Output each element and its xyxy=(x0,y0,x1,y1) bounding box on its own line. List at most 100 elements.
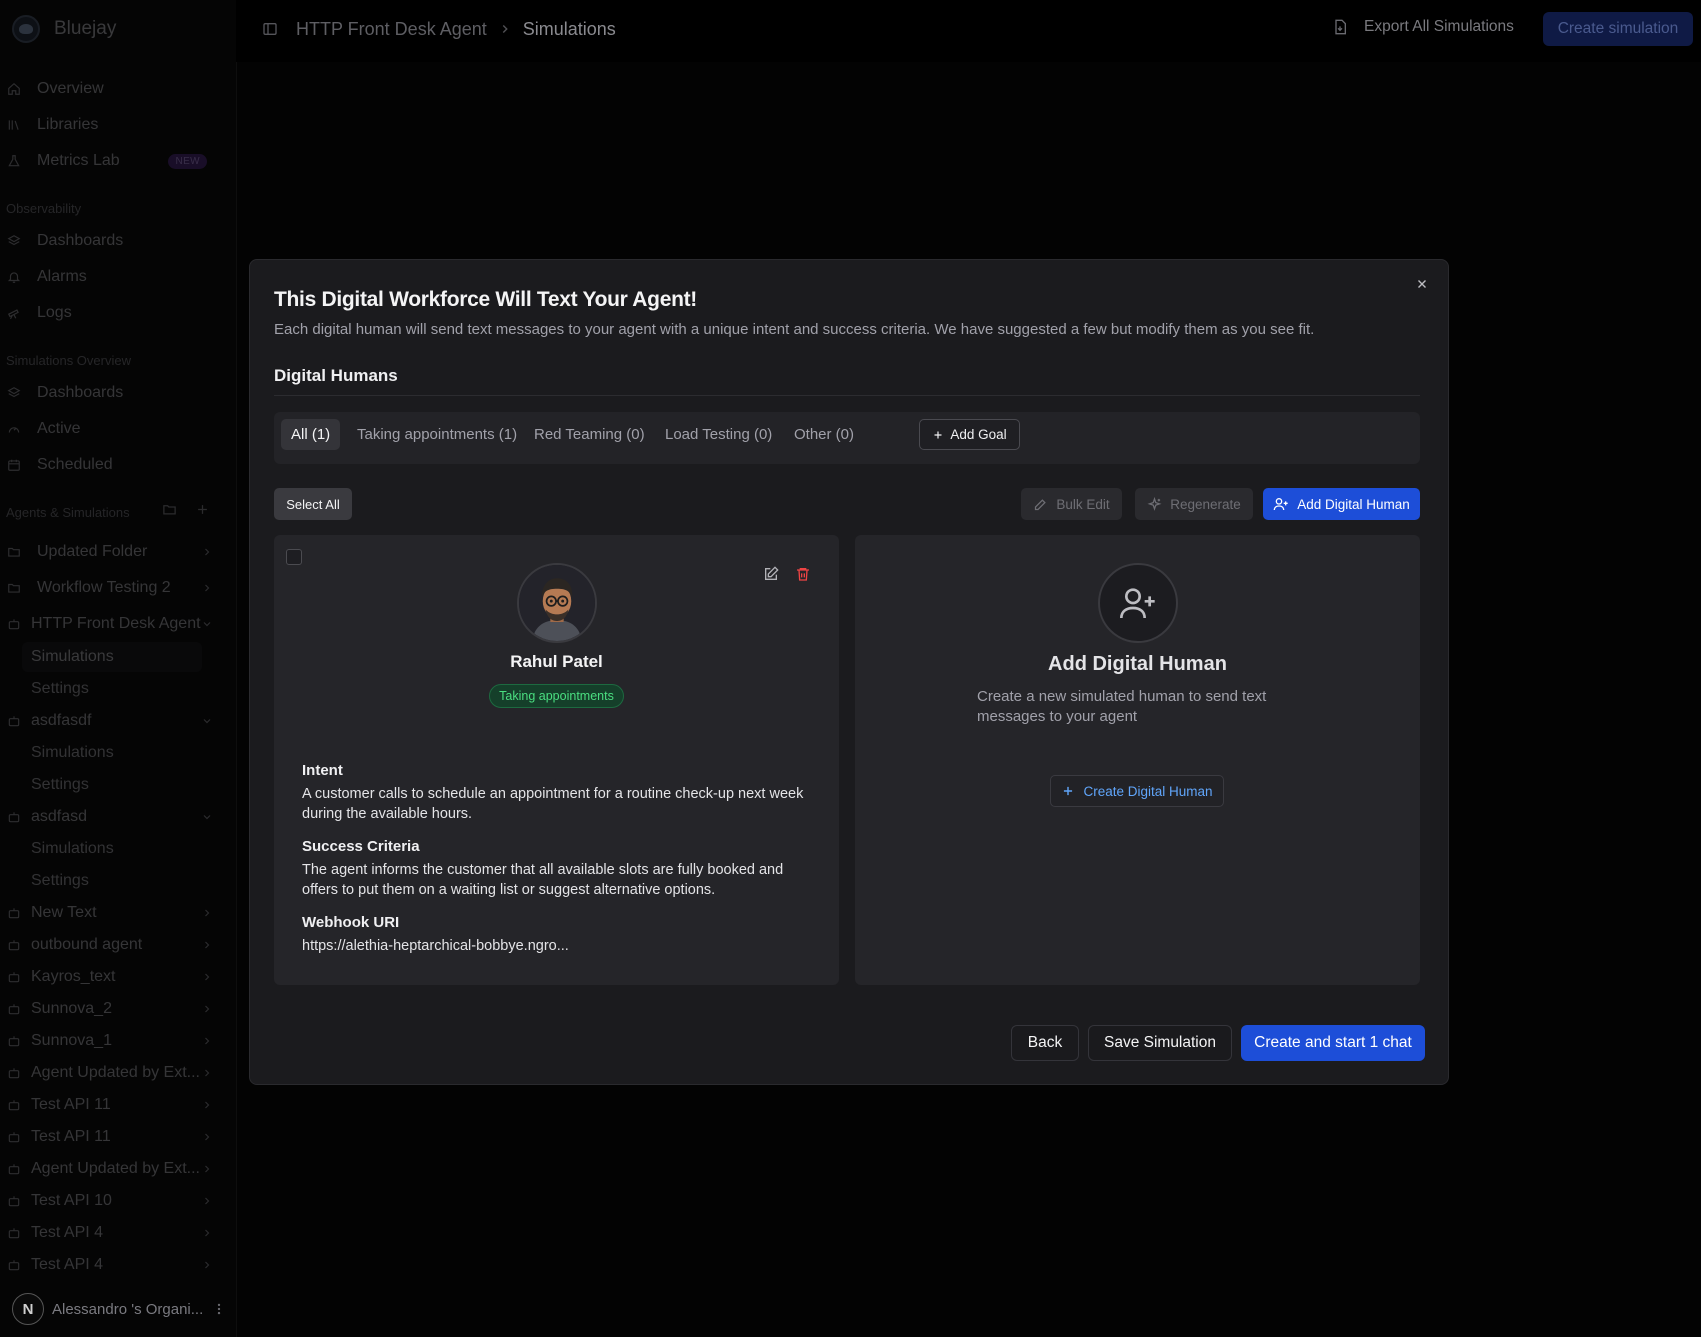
add-goal-button[interactable]: Add Goal xyxy=(919,419,1020,450)
export-label: Export All Simulations xyxy=(1364,18,1514,35)
add-agent-icon[interactable] xyxy=(195,502,210,517)
sidebar-sub-simulations[interactable]: Simulations xyxy=(22,642,202,672)
trash-icon[interactable] xyxy=(795,566,811,582)
create-and-start-button[interactable]: Create and start 1 chat xyxy=(1241,1025,1425,1061)
tab-load-testing[interactable]: Load Testing (0) xyxy=(655,419,782,450)
sidebar-item-label: asdfasd xyxy=(31,808,88,825)
chevron-right-icon xyxy=(201,582,213,594)
sidebar-sub-settings[interactable]: Settings xyxy=(22,866,202,896)
breadcrumb-agent[interactable]: HTTP Front Desk Agent xyxy=(296,19,487,40)
close-icon[interactable] xyxy=(1415,277,1429,291)
sidebar-item-label: Sunnova_2 xyxy=(31,1000,112,1017)
sidebar-item-sim-dashboards[interactable]: Dashboards xyxy=(0,378,225,408)
sidebar-item-obs-dashboards[interactable]: Dashboards xyxy=(0,226,225,256)
library-icon xyxy=(7,118,21,132)
sidebar-folder[interactable]: Workflow Testing 2 xyxy=(0,573,225,603)
org-avatar: N xyxy=(12,1293,44,1325)
bot-icon xyxy=(7,906,21,920)
chevron-right-icon xyxy=(201,939,213,951)
sidebar-item-libraries[interactable]: Libraries xyxy=(0,110,225,140)
sidebar-item-label: Test API 11 xyxy=(31,1096,111,1113)
sidebar-agent[interactable]: Test API 4 xyxy=(0,1250,225,1280)
sidebar-item-active[interactable]: Active xyxy=(0,414,225,444)
sidebar-agent[interactable]: Sunnova_1 xyxy=(0,1026,225,1056)
add-digital-human-button[interactable]: Add Digital Human xyxy=(1263,488,1420,520)
sidebar-agent[interactable]: Test API 11 xyxy=(0,1122,225,1152)
chevron-right-icon xyxy=(201,1035,213,1047)
bot-icon xyxy=(7,714,21,728)
sidebar-agent[interactable]: HTTP Front Desk Agent xyxy=(0,609,225,639)
create-simulation-button[interactable]: Create simulation xyxy=(1543,12,1693,46)
card-checkbox[interactable] xyxy=(286,549,302,565)
sidebar-agent[interactable]: Sunnova_2 xyxy=(0,994,225,1024)
sidebar-agent[interactable]: outbound agent xyxy=(0,930,225,960)
sidebar-sub-simulations[interactable]: Simulations xyxy=(22,738,202,768)
bot-icon xyxy=(7,1226,21,1240)
intent-label: Intent xyxy=(302,762,343,779)
sidebar-sub-simulations[interactable]: Simulations xyxy=(22,834,202,864)
back-button[interactable]: Back xyxy=(1011,1025,1079,1061)
sidebar-item-label: Settings xyxy=(31,680,89,697)
sidebar-item-metrics-lab[interactable]: Metrics Lab NEW xyxy=(0,146,225,176)
sidebar-item-label: Simulations xyxy=(31,744,114,761)
regenerate-button[interactable]: Regenerate xyxy=(1135,488,1253,520)
success-criteria-label: Success Criteria xyxy=(302,838,420,855)
sidebar-agent[interactable]: Test API 10 xyxy=(0,1186,225,1216)
sidebar-item-label: Updated Folder xyxy=(37,543,148,560)
sidebar-item-label: Test API 11 xyxy=(31,1128,111,1145)
sidebar-item-alarms[interactable]: Alarms xyxy=(0,262,225,292)
sidebar-item-label: Simulations xyxy=(31,648,114,665)
user-plus-icon xyxy=(1118,583,1158,623)
create-simulation-dialog: This Digital Workforce Will Text Your Ag… xyxy=(249,259,1449,1085)
sidebar-item-label: asdfasdf xyxy=(31,712,92,729)
chevron-right-icon xyxy=(201,1003,213,1015)
sidebar-item-label: HTTP Front Desk Agent xyxy=(31,615,201,632)
more-vertical-icon[interactable] xyxy=(212,1302,226,1316)
bot-icon xyxy=(7,1002,21,1016)
tab-taking-appointments[interactable]: Taking appointments (1) xyxy=(347,419,527,450)
bot-icon xyxy=(7,617,21,631)
pencil-icon xyxy=(1033,497,1048,512)
section-label-simulations-overview: Simulations Overview xyxy=(6,353,131,368)
sidebar-agent[interactable]: asdfasd xyxy=(0,802,225,832)
sidebar-item-scheduled[interactable]: Scheduled xyxy=(0,450,225,480)
sidebar-agent[interactable]: Test API 11 xyxy=(0,1090,225,1120)
tab-all[interactable]: All (1) xyxy=(281,419,341,450)
sidebar-item-label: New Text xyxy=(31,904,97,921)
new-folder-icon[interactable] xyxy=(162,502,177,517)
add-goal-label: Add Goal xyxy=(950,427,1007,442)
sidebar-agent[interactable]: Agent Updated by Ext... xyxy=(0,1154,225,1184)
chevron-right-icon xyxy=(498,22,512,36)
sidebar-item-label: Libraries xyxy=(37,116,99,133)
select-all-button[interactable]: Select All xyxy=(274,488,352,520)
sidebar-item-logs[interactable]: Logs xyxy=(0,298,225,328)
sidebar-agent[interactable]: asdfasdf xyxy=(0,706,225,736)
sidebar-toggle-icon[interactable] xyxy=(262,21,278,37)
flask-icon xyxy=(7,154,21,168)
sidebar-sub-settings[interactable]: Settings xyxy=(22,770,202,800)
sidebar-item-label: Kayros_text xyxy=(31,968,116,985)
section-title: Digital Humans xyxy=(274,366,398,385)
org-name: Alessandro 's Organi... xyxy=(52,1300,204,1318)
save-simulation-button[interactable]: Save Simulation xyxy=(1088,1025,1232,1061)
create-digital-human-button[interactable]: Create Digital Human xyxy=(1050,775,1224,807)
tab-other[interactable]: Other (0) xyxy=(784,419,864,450)
sidebar-sub-settings[interactable]: Settings xyxy=(22,674,202,704)
edit-icon[interactable] xyxy=(763,566,779,582)
sidebar-item-label: Test API 4 xyxy=(31,1224,104,1241)
sidebar-agent[interactable]: Test API 4 xyxy=(0,1218,225,1248)
export-all-button[interactable]: Export All Simulations xyxy=(1332,18,1514,36)
bulk-edit-button[interactable]: Bulk Edit xyxy=(1021,488,1122,520)
person-avatar-icon xyxy=(519,565,595,641)
sidebar-agent[interactable]: Agent Updated by Ext... xyxy=(0,1058,225,1088)
org-switcher[interactable]: N Alessandro 's Organi... xyxy=(12,1293,226,1325)
sidebar-agent[interactable]: New Text xyxy=(0,898,225,928)
sidebar-folder[interactable]: Updated Folder xyxy=(0,537,225,567)
sidebar-item-overview[interactable]: Overview xyxy=(0,74,225,104)
calendar-icon xyxy=(7,458,21,472)
sidebar-agent[interactable]: Kayros_text xyxy=(0,962,225,992)
layers-icon xyxy=(7,234,21,248)
tab-red-teaming[interactable]: Red Teaming (0) xyxy=(524,419,655,450)
brand[interactable]: Bluejay xyxy=(12,14,116,44)
digital-human-card: Rahul Patel Taking appointments Intent A… xyxy=(274,535,839,985)
